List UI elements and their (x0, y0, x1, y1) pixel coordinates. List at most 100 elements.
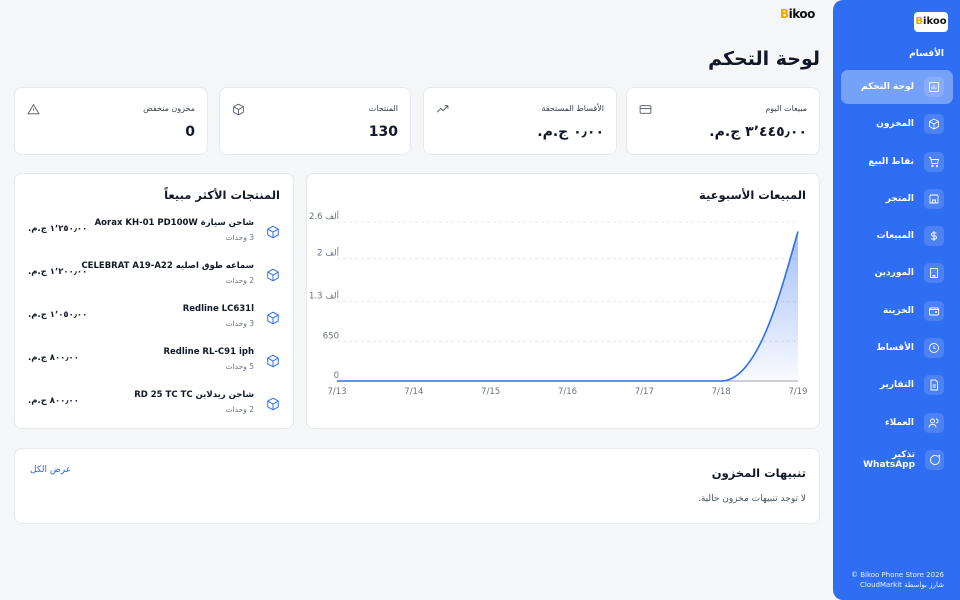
sidebar-item-dollar[interactable]: المبيعات (841, 219, 953, 253)
stat-label: مخزون منخفض (143, 104, 195, 113)
stat-value: ٠٫٠٠ ج.م. (537, 124, 604, 140)
sales-line (336, 231, 799, 382)
stat-label: المنتجات (368, 104, 398, 113)
product-name: Redline LC631l (182, 304, 254, 314)
users-icon (924, 412, 944, 433)
y-tick-label: 1.3 ألف (309, 290, 339, 302)
sales-area-fill (337, 231, 798, 381)
sidebar-item-wallet[interactable]: الخزينة (841, 294, 953, 328)
stat-value: ٣٬٤٤٥٫٠٠ ج.م. (709, 124, 807, 140)
footer-powered-by: شارز بواسطة CloudMarkit (859, 581, 944, 589)
stat-label: الأقساط المستحقة (541, 104, 604, 113)
sidebar-item-label: المبيعات (876, 231, 914, 242)
box-icon (232, 101, 245, 116)
product-quantity: 2 وحدات (225, 276, 254, 285)
top-product-row[interactable]: Redline RL-C91 iph 5 وحدات ٨٠٠٫٠٠ ج.م. (28, 347, 280, 377)
x-tick-label: 7/14 (404, 387, 423, 397)
sidebar-item-label: تذكير WhatsApp (863, 449, 916, 470)
store-icon (924, 188, 944, 209)
sidebar-item-cart[interactable]: نقاط البيع (841, 145, 953, 179)
top-products-title: المنتجات الأكثر مبيعاً (164, 188, 280, 202)
product-revenue: ١٬٠٥٠٫٠٠ ج.م. (28, 310, 88, 320)
sidebar-item-label: المخزون (876, 119, 914, 130)
sidebar-item-label: الموردين (874, 268, 914, 279)
sidebar-item-label: التقارير (879, 380, 914, 391)
y-tick-label: 0 (334, 371, 339, 381)
product-name: Redline RL-C91 iph (163, 347, 254, 357)
product-quantity: 3 وحدات (225, 319, 254, 328)
top-product-row[interactable]: شاحن ريدلاين RD 25 TC TC 2 وحدات ٨٠٠٫٠٠ ج.… (28, 390, 280, 420)
y-tick-label: 650 (323, 331, 339, 341)
x-tick-label: 7/18 (712, 387, 731, 397)
sidebar-item-document[interactable]: التقارير (841, 368, 953, 402)
stock-alerts-title: تنبيهات المخزون (711, 466, 806, 480)
weekly-sales-card: المبيعات الأسبوعية 0 650 1.3 ألف 2 ألف 2.6 أ… (306, 173, 820, 429)
box-icon (266, 396, 280, 411)
sidebar-item-box[interactable]: المخزون (841, 107, 953, 141)
sidebar-item-bar-chart[interactable]: لوحة التحكم (841, 70, 953, 104)
trending-up-icon (436, 101, 449, 114)
sidebar-item-users[interactable]: العملاء (841, 406, 953, 440)
sidebar-item-label: نقاط البيع (868, 156, 914, 167)
bar-chart-icon (924, 77, 944, 97)
stat-card-products: المنتجات 130 (219, 87, 411, 155)
credit-card-icon (639, 101, 652, 114)
weekly-sales-chart: 0 650 1.3 ألف 2 ألف 2.6 ألف 7/13 7/14 7/15 7/16 7… (309, 210, 808, 397)
sidebar-item-clock[interactable]: الأقساط (841, 331, 953, 365)
y-tick-label: 2.6 ألف (309, 210, 339, 222)
stock-alerts-card: تنبيهات المخزون عرض الكل لا توجد تنبيهات… (14, 448, 820, 524)
x-tick-label: 7/19 (788, 387, 807, 397)
top-products-card: المنتجات الأكثر مبيعاً شاحن سيارة Aorax … (14, 173, 294, 429)
chat-icon (925, 449, 944, 470)
x-tick-label: 7/15 (481, 387, 500, 397)
x-tick-label: 7/16 (558, 387, 577, 397)
product-name: سماعه طوق اصليه CELEBRAT A19-A22 (81, 261, 254, 271)
sidebar-footer: © Bikoo Phone Store 2026 شارز بواسطة Clo… (844, 570, 944, 590)
sidebar-item-label: العملاء (884, 417, 914, 428)
sidebar-item-chat[interactable]: تذكير WhatsApp (841, 443, 953, 477)
sidebar-item-building[interactable]: الموردين (841, 256, 953, 290)
product-quantity: 2 وحدات (225, 405, 254, 414)
stat-value: 0 (185, 124, 195, 140)
stock-alerts-empty-message: لا توجد تنبيهات مخزون حالية. (697, 494, 806, 504)
box-icon (266, 224, 280, 239)
top-product-row[interactable]: سماعه طوق اصليه CELEBRAT A19-A22 2 وحدات ١… (28, 261, 280, 291)
x-tick-label: 7/13 (327, 387, 346, 397)
box-icon (266, 310, 280, 325)
product-quantity: 5 وحدات (225, 362, 254, 371)
dollar-icon (924, 226, 944, 247)
sidebar-item-label: المتجر (885, 193, 914, 204)
sidebar-section-label: الأقسام (909, 49, 944, 59)
sidebar-item-store[interactable]: المتجر (841, 182, 953, 216)
box-icon (924, 114, 944, 135)
product-name: شاحن سيارة Aorax KH-01 PD100W (94, 218, 254, 228)
stat-value: 130 (368, 124, 398, 140)
product-revenue: ٨٠٠٫٠٠ ج.م. (28, 353, 79, 363)
sidebar-logo[interactable]: Bikoo (914, 12, 948, 32)
building-icon (924, 263, 944, 284)
stat-card-low-stock: مخزون منخفض 0 (14, 87, 208, 155)
page-title: لوحة التحكم (708, 48, 820, 70)
x-tick-label: 7/17 (635, 387, 654, 397)
y-tick-label: 2 ألف (317, 247, 339, 259)
stat-card-today-sales: مبيعات اليوم ٣٬٤٤٥٫٠٠ ج.م. (626, 87, 820, 155)
top-product-row[interactable]: شاحن سيارة Aorax KH-01 PD100W 3 وحدات ١٬٢٥… (28, 218, 280, 248)
top-product-row[interactable]: Redline LC631l 3 وحدات ١٬٠٥٠٫٠٠ ج.م. (28, 304, 280, 334)
sidebar-nav: لوحة التحكم المخزون نقاط البيع المتجر المبيع… (841, 70, 953, 480)
sidebar: Bikoo الأقسام لوحة التحكم المخزون نقاط الب… (833, 0, 960, 600)
document-icon (924, 375, 944, 396)
wallet-icon (924, 300, 944, 321)
cart-icon (924, 151, 944, 172)
warning-icon (27, 101, 40, 115)
sidebar-item-label: الخزينة (882, 305, 914, 316)
brand-logo: Bikoo (780, 7, 815, 21)
sidebar-item-label: لوحة التحكم (860, 82, 914, 92)
sidebar-item-label: الأقساط (876, 343, 914, 354)
stat-card-installments-due: الأقساط المستحقة ٠٫٠٠ ج.م. (423, 87, 617, 155)
product-revenue: ٨٠٠٫٠٠ ج.م. (28, 396, 79, 406)
box-icon (266, 353, 280, 368)
clock-icon (924, 338, 944, 359)
box-icon (266, 267, 280, 282)
product-revenue: ١٬٢٥٠٫٠٠ ج.م. (28, 224, 88, 234)
view-all-link[interactable]: عرض الكل (30, 465, 71, 475)
